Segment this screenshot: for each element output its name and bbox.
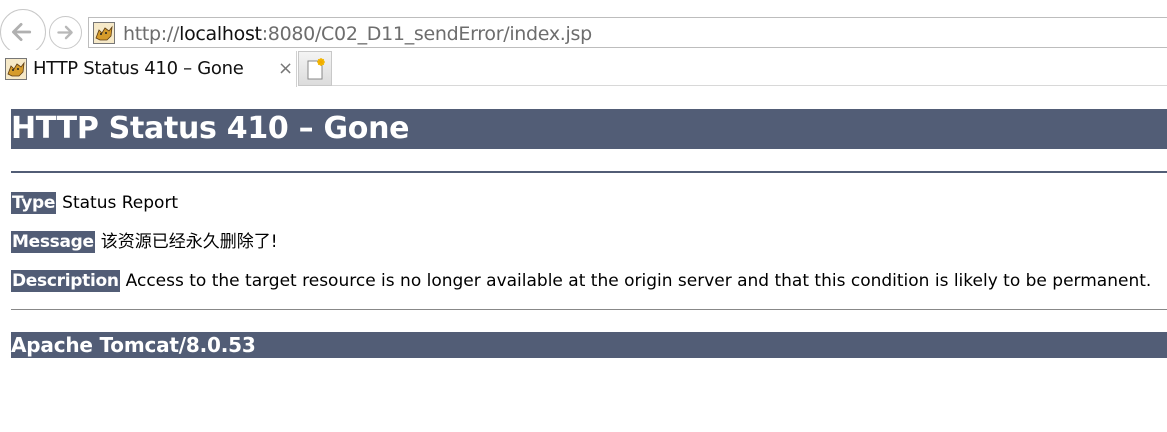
tab-strip-divider [332,85,1167,86]
new-tab-button[interactable] [298,51,332,86]
type-row: Type Status Report [11,192,178,214]
tomcat-icon [93,22,115,44]
tab-active[interactable]: HTTP Status 410 – Gone × [0,51,297,87]
url-scheme: http:// [123,23,180,45]
type-label: Type [11,192,57,214]
close-icon[interactable]: × [278,58,293,79]
tomcat-icon [5,58,27,80]
type-value: Status Report [62,193,179,213]
address-bar[interactable]: http://localhost:8080/C02_D11_sendError/… [88,17,1167,48]
back-arrow-icon [12,22,32,42]
url-text[interactable]: http://localhost:8080/C02_D11_sendError/… [123,23,592,45]
forward-arrow-icon [57,25,73,40]
description-value: Access to the target resource is no long… [125,271,1152,291]
tab-strip: HTTP Status 410 – Gone × [0,50,1167,87]
message-row: Message 该资源已经永久删除了! [11,231,278,253]
new-tab-icon [307,58,325,80]
message-value: 该资源已经永久删除了! [100,232,278,252]
browser-toolbar: http://localhost:8080/C02_D11_sendError/… [0,0,1167,55]
url-host: localhost [179,23,262,45]
description-row: Description Access to the target resource… [11,270,1151,292]
back-button[interactable] [0,9,46,55]
divider [11,171,1167,173]
url-path: :8080/C02_D11_sendError/index.jsp [261,23,592,45]
message-label: Message [11,231,95,253]
server-footer: Apache Tomcat/8.0.53 [11,332,1167,358]
forward-button[interactable] [49,16,82,49]
tab-title: HTTP Status 410 – Gone [33,58,244,79]
description-label: Description [11,270,120,292]
divider [11,309,1167,310]
page-title: HTTP Status 410 – Gone [11,109,1167,149]
